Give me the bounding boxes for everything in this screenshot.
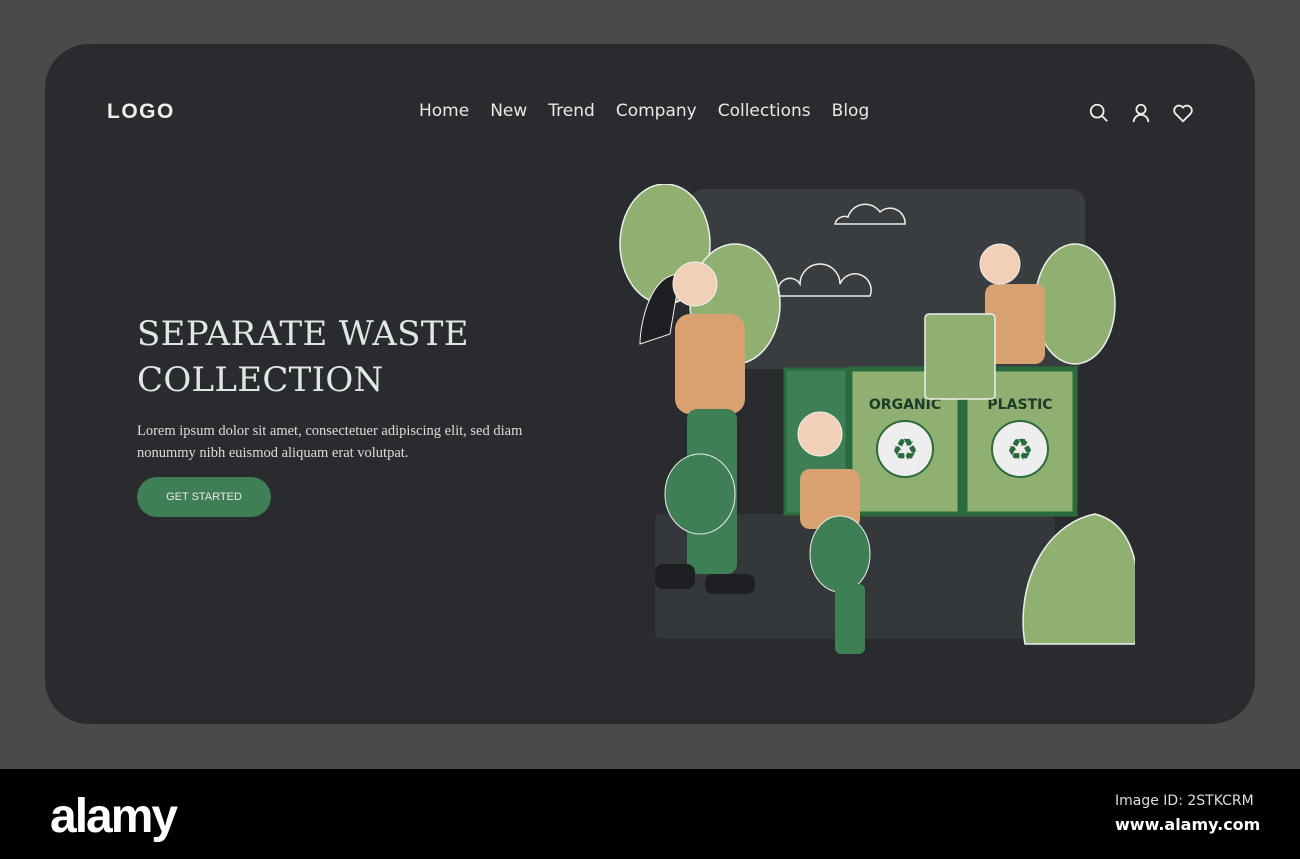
tree bbox=[1034, 243, 1116, 365]
hero-description: Lorem ipsum dolor sit amet, consectetuer… bbox=[137, 423, 523, 461]
nav-new[interactable]: New bbox=[490, 101, 527, 121]
search-icon[interactable] bbox=[1088, 102, 1110, 124]
nav-blog[interactable]: Blog bbox=[832, 101, 870, 121]
site-url[interactable]: www.alamy.com bbox=[1115, 815, 1260, 834]
nav-home[interactable]: Home bbox=[419, 101, 469, 121]
user-icon[interactable] bbox=[1130, 102, 1152, 124]
alamy-logo: alamy bbox=[50, 790, 178, 843]
landing-card: LOGO Home New Trend Company Collections … bbox=[45, 44, 1255, 724]
waste-collection-illustration: ORGANIC ♻ PLASTIC ♻ bbox=[619, 184, 1135, 654]
heart-icon[interactable] bbox=[1172, 102, 1194, 124]
nav-company[interactable]: Company bbox=[616, 101, 697, 121]
image-id: Image ID: 2STKCRM bbox=[1115, 793, 1254, 809]
get-started-button[interactable]: GET STARTED bbox=[137, 477, 271, 517]
header-icons bbox=[1088, 102, 1194, 124]
logo[interactable]: LOGO bbox=[107, 100, 175, 124]
nav-collections[interactable]: Collections bbox=[718, 101, 811, 121]
svg-text:PLASTIC: PLASTIC bbox=[987, 397, 1052, 413]
svg-text:♻: ♻ bbox=[1007, 434, 1034, 467]
main-nav: Home New Trend Company Collections Blog bbox=[419, 101, 869, 121]
svg-text:♻: ♻ bbox=[892, 434, 919, 467]
hero-title: SEPARATE WASTE COLLECTION bbox=[137, 314, 469, 400]
nav-trend[interactable]: Trend bbox=[548, 101, 595, 121]
footer: alamy Image ID: 2STKCRM www.alamy.com bbox=[0, 769, 1300, 859]
